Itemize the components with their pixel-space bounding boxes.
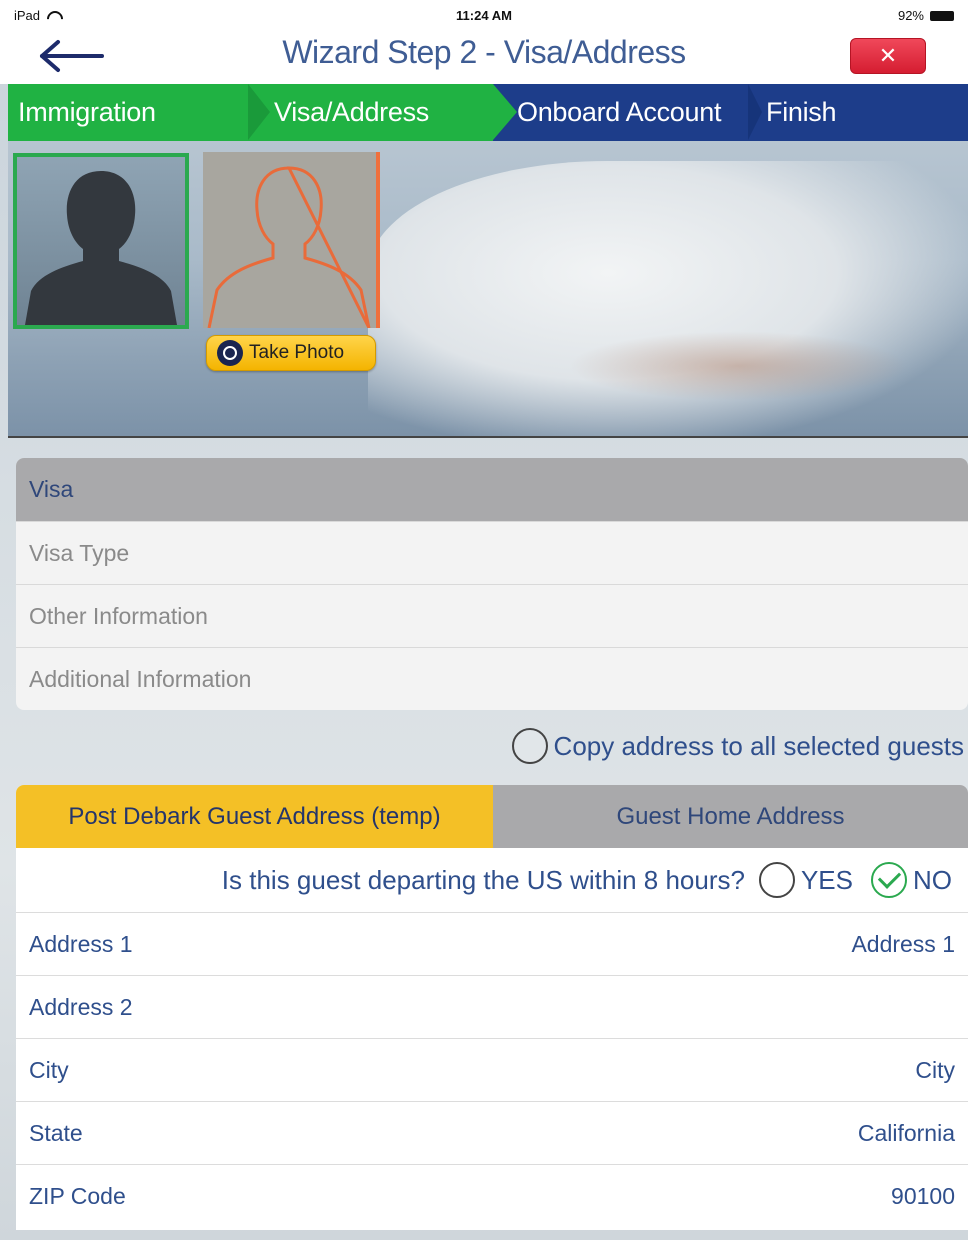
copy-address-radio[interactable] [511, 728, 548, 764]
take-photo-label: Take Photo [249, 342, 345, 363]
status-right: 92% [898, 8, 954, 23]
camera-icon [217, 340, 243, 366]
status-bar: iPad 11:24 AM 92% [0, 0, 968, 30]
additional-information-field[interactable]: Additional Information [16, 647, 968, 710]
city-input[interactable]: City [915, 1057, 955, 1084]
address-2-row[interactable]: Address 2 [16, 975, 968, 1038]
person-outline-icon [207, 166, 371, 328]
step-immigration[interactable]: Immigration [8, 84, 248, 141]
step-onboard-account[interactable]: Onboard Account [493, 84, 748, 141]
new-photo-placeholder[interactable] [203, 152, 380, 328]
copy-address-option[interactable]: Copy address to all selected guests [511, 726, 964, 766]
tab-guest-home-address[interactable]: Guest Home Address [493, 785, 968, 848]
battery-percent: 92% [897, 8, 924, 23]
other-information-field[interactable]: Other Information [16, 584, 968, 647]
address-1-row[interactable]: Address 1 Address 1 [16, 912, 968, 975]
guest-photo[interactable] [13, 153, 189, 329]
close-button[interactable]: ✕ [850, 38, 926, 74]
no-label: NO [913, 864, 952, 895]
zip-code-row[interactable]: ZIP Code 90100 [16, 1164, 968, 1227]
step-visa-address[interactable]: Visa/Address [248, 84, 493, 141]
address-2-label: Address 2 [29, 993, 133, 1020]
background-ship-stripe [568, 331, 908, 401]
photo-area: Take Photo [8, 141, 968, 438]
step-divider [248, 84, 270, 140]
address-tabs: Post Debark Guest Address (temp) Guest H… [16, 785, 968, 848]
tab-post-debark-address[interactable]: Post Debark Guest Address (temp) [16, 785, 493, 848]
visa-card: Visa Visa Type Other Information Additio… [16, 458, 968, 710]
close-icon: ✕ [878, 43, 898, 68]
step-divider [493, 84, 517, 140]
state-label: State [29, 1119, 83, 1146]
person-silhouette-icon [25, 171, 177, 325]
zip-code-label: ZIP Code [29, 1182, 126, 1209]
city-row[interactable]: City City [16, 1038, 968, 1101]
departing-question: Is this guest departing the US within 8 … [221, 864, 745, 895]
address-1-label: Address 1 [29, 930, 133, 957]
yes-label: YES [800, 864, 853, 895]
zip-code-input[interactable]: 90100 [891, 1183, 955, 1210]
no-radio-checked-icon[interactable] [871, 862, 907, 898]
wizard-steps: Immigration Visa/Address Onboard Account… [8, 84, 968, 141]
address-1-input[interactable]: Address 1 [851, 931, 955, 958]
yes-radio[interactable] [758, 862, 795, 898]
step-finish[interactable]: Finish [748, 84, 968, 141]
departing-question-row: Is this guest departing the US within 8 … [16, 848, 968, 912]
state-row[interactable]: State California [16, 1101, 968, 1164]
take-photo-button[interactable]: Take Photo [206, 335, 376, 371]
status-time: 11:24 AM [456, 8, 512, 23]
copy-address-label: Copy address to all selected guests [553, 730, 964, 761]
page-title: Wizard Step 2 - Visa/Address [282, 34, 686, 70]
address-card: Post Debark Guest Address (temp) Guest H… [16, 785, 968, 1230]
city-label: City [29, 1056, 69, 1083]
visa-section-header: Visa [16, 458, 968, 521]
battery-icon [930, 10, 954, 21]
title-bar: Wizard Step 2 - Visa/Address ✕ [0, 30, 968, 84]
visa-type-field[interactable]: Visa Type [16, 521, 968, 584]
step-divider [748, 84, 762, 140]
state-select[interactable]: California [858, 1120, 955, 1147]
